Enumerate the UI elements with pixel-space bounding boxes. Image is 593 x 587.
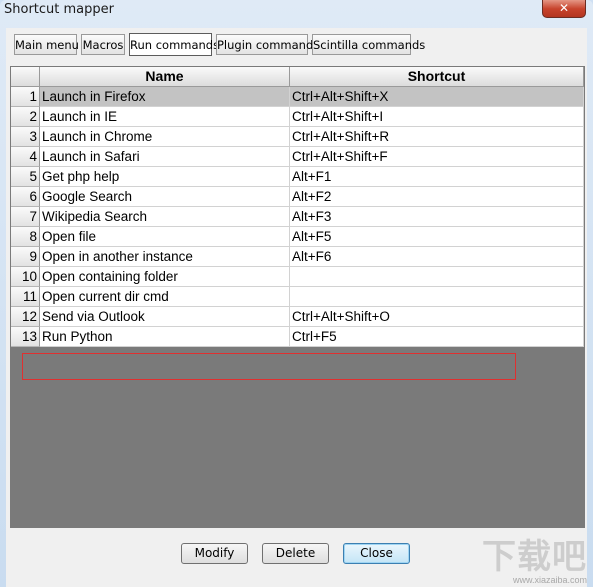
table-row[interactable]: 1 Launch in Firefox Ctrl+Alt+Shift+X <box>11 87 584 107</box>
shortcut-cell[interactable]: Ctrl+Alt+Shift+R <box>290 127 584 147</box>
command-name-cell[interactable]: Wikipedia Search <box>40 207 290 227</box>
shortcut-cell[interactable]: Ctrl+Alt+Shift+O <box>290 307 584 327</box>
dialog-client-area: Main menu Macros Run commands Plugin com… <box>6 28 587 587</box>
shortcut-cell[interactable] <box>290 267 584 287</box>
window-title: Shortcut mapper <box>4 2 114 17</box>
command-name-cell[interactable]: Open in another instance <box>40 247 290 267</box>
watermark-url: www.xiazaiba.com <box>512 575 587 585</box>
title-bar: Shortcut mapper ✕ <box>0 0 593 22</box>
shortcut-cell[interactable]: Alt+F5 <box>290 227 584 247</box>
command-name-cell[interactable]: Google Search <box>40 187 290 207</box>
name-column-header[interactable]: Name <box>40 67 290 87</box>
tab-scintilla-commands[interactable]: Scintilla commands <box>312 34 425 55</box>
command-name-cell[interactable]: Open containing folder <box>40 267 290 287</box>
row-number-cell[interactable]: 10 <box>11 267 40 287</box>
shortcut-table[interactable]: Name Shortcut 1 Launch in Firefox Ctrl+Alt… <box>10 66 585 528</box>
shortcut-cell[interactable]: Alt+F2 <box>290 187 584 207</box>
tab-macros[interactable]: Macros <box>81 34 125 55</box>
row-number-cell[interactable]: 11 <box>11 287 40 307</box>
row-number-cell[interactable]: 6 <box>11 187 40 207</box>
table-row[interactable]: 2 Launch in IE Ctrl+Alt+Shift+I <box>11 107 584 127</box>
table-row[interactable]: 4 Launch in Safari Ctrl+Alt+Shift+F <box>11 147 584 167</box>
command-name-cell[interactable]: Get php help <box>40 167 290 187</box>
close-window-button[interactable]: ✕ <box>542 0 586 18</box>
tab-main-menu[interactable]: Main menu <box>14 34 79 55</box>
close-icon: ✕ <box>558 1 570 15</box>
row-number-cell[interactable]: 8 <box>11 227 40 247</box>
shortcut-cell[interactable]: Alt+F6 <box>290 247 584 267</box>
table-row[interactable]: 12 Send via Outlook Ctrl+Alt+Shift+O <box>11 307 584 327</box>
row-number-cell[interactable]: 7 <box>11 207 40 227</box>
table-row[interactable]: 9 Open in another instance Alt+F6 <box>11 247 584 267</box>
watermark-logo: 下载吧 <box>482 538 587 576</box>
table-row[interactable]: 10 Open containing folder <box>11 267 584 287</box>
row-number-cell[interactable]: 5 <box>11 167 40 187</box>
shortcut-cell[interactable]: Ctrl+Alt+Shift+X <box>290 87 584 107</box>
shortcut-cell[interactable]: Ctrl+F5 <box>290 327 584 347</box>
row-number-cell[interactable]: 2 <box>11 107 40 127</box>
command-name-cell[interactable]: Open file <box>40 227 290 247</box>
table-row[interactable]: 3 Launch in Chrome Ctrl+Alt+Shift+R <box>11 127 584 147</box>
row-number-cell[interactable]: 1 <box>11 87 40 107</box>
command-name-cell[interactable]: Launch in Firefox <box>40 87 290 107</box>
command-name-cell[interactable]: Send via Outlook <box>40 307 290 327</box>
modify-button[interactable]: Modify <box>181 543 248 564</box>
table-row[interactable]: 11 Open current dir cmd <box>11 287 584 307</box>
command-name-cell[interactable]: Run Python <box>40 327 290 347</box>
table-row[interactable]: 5 Get php help Alt+F1 <box>11 167 584 187</box>
command-name-cell[interactable]: Open current dir cmd <box>40 287 290 307</box>
command-name-cell[interactable]: Launch in IE <box>40 107 290 127</box>
shortcut-column-header[interactable]: Shortcut <box>290 67 584 87</box>
shortcut-cell[interactable] <box>290 287 584 307</box>
table-row[interactable]: 8 Open file Alt+F5 <box>11 227 584 247</box>
shortcut-cell[interactable]: Alt+F1 <box>290 167 584 187</box>
row-number-cell[interactable]: 13 <box>11 327 40 347</box>
shortcut-cell[interactable]: Ctrl+Alt+Shift+F <box>290 147 584 167</box>
command-name-cell[interactable]: Launch in Chrome <box>40 127 290 147</box>
row-number-cell[interactable]: 3 <box>11 127 40 147</box>
close-button[interactable]: Close <box>343 543 410 564</box>
row-number-cell[interactable]: 4 <box>11 147 40 167</box>
delete-button[interactable]: Delete <box>262 543 329 564</box>
shortcut-mapper-window: Shortcut mapper ✕ Main menu Macros Run c… <box>0 0 593 587</box>
command-name-cell[interactable]: Launch in Safari <box>40 147 290 167</box>
row-number-cell[interactable]: 9 <box>11 247 40 267</box>
shortcut-cell[interactable]: Alt+F3 <box>290 207 584 227</box>
tab-run-commands[interactable]: Run commands <box>129 33 219 56</box>
row-number-cell[interactable]: 12 <box>11 307 40 327</box>
table-row[interactable]: 7 Wikipedia Search Alt+F3 <box>11 207 584 227</box>
tab-plugin-commands[interactable]: Plugin commands <box>216 34 319 55</box>
table-row[interactable]: 13 Run Python Ctrl+F5 <box>11 327 584 347</box>
shortcut-cell[interactable]: Ctrl+Alt+Shift+I <box>290 107 584 127</box>
row-number-header <box>11 67 40 87</box>
watermark: 下载吧 www.xiazaiba.com <box>482 539 587 585</box>
table-row[interactable]: 6 Google Search Alt+F2 <box>11 187 584 207</box>
